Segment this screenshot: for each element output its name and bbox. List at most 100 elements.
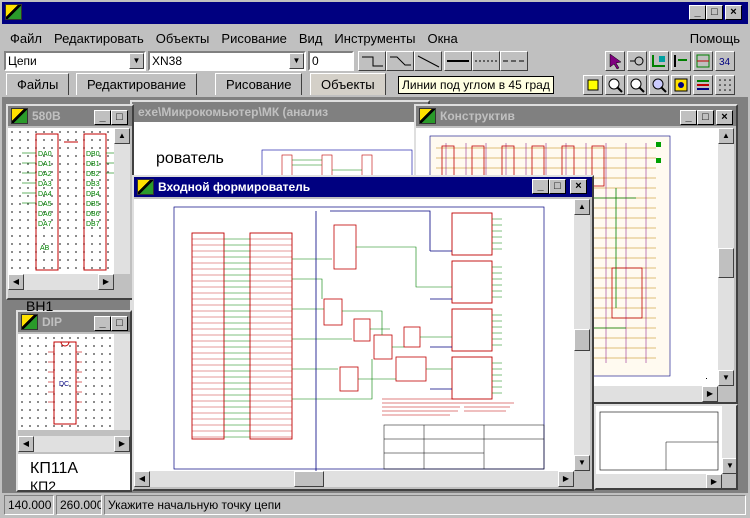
minimize-button[interactable]: _: [689, 5, 706, 20]
scroll-right-icon[interactable]: ▶: [702, 386, 718, 402]
close-button[interactable]: ×: [725, 5, 742, 20]
window-vhodnoy[interactable]: Входной формирователь _ □ × ▲ ▼ ◀ ▶: [132, 175, 594, 491]
redraw-button[interactable]: [671, 75, 691, 95]
line-dashed-button[interactable]: [500, 51, 528, 71]
width-spinner[interactable]: 0: [308, 51, 354, 71]
window-dip-title: DIP: [42, 315, 63, 329]
zoom-area-button[interactable]: [649, 75, 669, 95]
window-vhodnoy-minimize[interactable]: _: [532, 179, 549, 194]
svg-text:DA7: DA7: [38, 221, 52, 228]
dip-package-drawing: DC: [48, 341, 82, 425]
scroll-left-icon[interactable]: ◀: [134, 471, 150, 487]
menu-file[interactable]: Файл: [0, 31, 48, 46]
window-580b-minimize[interactable]: _: [94, 110, 111, 125]
status-y: 260.000: [56, 495, 102, 515]
chevron-down-icon[interactable]: ▼: [289, 53, 304, 69]
scroll-down-icon[interactable]: ▼: [718, 370, 734, 386]
net-combo[interactable]: XN38 ▼: [148, 51, 306, 71]
window-dip-maximize[interactable]: □: [111, 316, 128, 331]
line-45-button[interactable]: [386, 51, 414, 71]
window-dip-vscroll[interactable]: [114, 334, 130, 430]
line-dotted-button[interactable]: [472, 51, 500, 71]
pin-tool-button[interactable]: [627, 51, 647, 71]
scroll-down-icon[interactable]: ▼: [574, 455, 590, 471]
scroll-right-icon[interactable]: ▶: [114, 436, 130, 452]
window-vhodnoy-maximize[interactable]: □: [549, 179, 566, 194]
window-lower-right-vscroll[interactable]: ▼: [722, 406, 736, 474]
tab-files[interactable]: Файлы: [6, 73, 70, 95]
scroll-left-icon[interactable]: ◀: [8, 274, 24, 290]
scroll-right-icon[interactable]: ▶: [706, 474, 722, 488]
grid-button[interactable]: [715, 75, 735, 95]
scroll-right-icon[interactable]: ▶: [98, 274, 114, 290]
scroll-left-icon[interactable]: ◀: [18, 436, 34, 452]
window-konstruktiv-close[interactable]: ×: [716, 110, 733, 125]
window-580b-vscroll[interactable]: ▲: [114, 128, 130, 274]
layer-combo[interactable]: Цепи ▼: [4, 51, 146, 71]
scroll-thumb[interactable]: [294, 471, 324, 487]
zoom-out-icon: [630, 78, 645, 93]
menu-help[interactable]: Помощь: [684, 31, 750, 46]
scroll-up-icon[interactable]: ▲: [114, 128, 130, 144]
window-lower-right[interactable]: ▼ ▶: [594, 404, 738, 490]
scroll-up-icon[interactable]: ▲: [574, 199, 590, 215]
tab-drawing[interactable]: Рисование: [215, 73, 303, 95]
line-dotted-icon: [475, 60, 497, 62]
menu-tools[interactable]: Инструменты: [328, 31, 421, 46]
window-580b-maximize[interactable]: □: [111, 110, 128, 125]
menu-objects[interactable]: Объекты: [150, 31, 216, 46]
zoom-in-button[interactable]: [605, 75, 625, 95]
bus-tool-button[interactable]: [671, 51, 691, 71]
menu-edit[interactable]: Редактировать: [48, 31, 150, 46]
line-diag-button[interactable]: [414, 51, 442, 71]
schematic-canvas[interactable]: [134, 199, 574, 471]
window-vhodnoy-hscroll[interactable]: ◀ ▶: [134, 471, 574, 487]
window-dip-hscroll[interactable]: ◀ ▶: [18, 436, 130, 452]
arrow-cursor-icon: [609, 53, 622, 70]
scroll-thumb[interactable]: [574, 329, 590, 351]
chevron-down-icon[interactable]: ▼: [129, 53, 144, 69]
window-konstruktiv-vscroll[interactable]: ▲ ▼: [718, 128, 734, 386]
window-dip[interactable]: DIP _ □ DC ◀ ▶ КП11А КП2: [16, 310, 132, 492]
svg-text:AB: AB: [40, 245, 50, 252]
maximize-button[interactable]: □: [706, 5, 723, 20]
window-icon: [21, 314, 38, 330]
tab-editing[interactable]: Редактирование: [76, 73, 198, 95]
window-dip-minimize[interactable]: _: [94, 316, 111, 331]
app-icon: [5, 4, 22, 20]
bus-entry-button[interactable]: [693, 51, 713, 71]
chip-580b-drawing: DA0 DA1 DA2 DA3 DA4 DA5 DA6 DA7 DB0 DB1 DB2 DB3 D…: [22, 133, 114, 271]
status-message: Укажите начальную точку цепи: [104, 495, 746, 515]
window-vhodnoy-vscroll[interactable]: ▲ ▼: [574, 199, 590, 471]
menu-windows[interactable]: Окна: [421, 31, 463, 46]
window-vhodnoy-close[interactable]: ×: [570, 179, 587, 194]
window-dip-labels: КП11А КП2: [18, 454, 130, 490]
window-lower-right-canvas[interactable]: [596, 406, 722, 474]
scroll-thumb[interactable]: [718, 248, 734, 278]
fit-window-button[interactable]: [583, 75, 603, 95]
window-lower-right-hscroll[interactable]: ▶: [596, 474, 722, 488]
wire-tool-button[interactable]: [649, 51, 669, 71]
text-size-button[interactable]: 34: [715, 51, 735, 71]
menu-view[interactable]: Вид: [293, 31, 329, 46]
window-icon: [419, 108, 436, 124]
zoom-out-button[interactable]: [627, 75, 647, 95]
svg-text:DA0: DA0: [38, 151, 52, 158]
line-orthogonal-button[interactable]: [358, 51, 386, 71]
line-solid-button[interactable]: [444, 51, 472, 71]
scroll-up-icon[interactable]: ▲: [718, 128, 734, 144]
window-580b[interactable]: 580В _ □ DA0 DA1 DA2 DA3 DA4 DA5 DA6 DA7 DB0 DB…: [6, 104, 134, 300]
tab-objects[interactable]: Объекты: [310, 73, 386, 95]
select-arrow-button[interactable]: [605, 51, 625, 71]
scroll-down-icon[interactable]: ▼: [722, 458, 736, 474]
window-konstruktiv-minimize[interactable]: _: [680, 110, 697, 125]
layers-button[interactable]: [693, 75, 713, 95]
menu-drawing[interactable]: Рисование: [215, 31, 292, 46]
window-konstruktiv-maximize[interactable]: □: [697, 110, 714, 125]
window-dip-canvas[interactable]: DC: [18, 334, 114, 430]
window-580b-hscroll[interactable]: ◀ ▶: [8, 274, 114, 290]
window-580b-canvas[interactable]: DA0 DA1 DA2 DA3 DA4 DA5 DA6 DA7 DB0 DB1 DB2 DB3 D…: [8, 128, 114, 274]
scroll-right-icon[interactable]: ▶: [558, 471, 574, 487]
line-orthogonal-icon: [362, 56, 383, 67]
window-icon: [137, 179, 154, 195]
